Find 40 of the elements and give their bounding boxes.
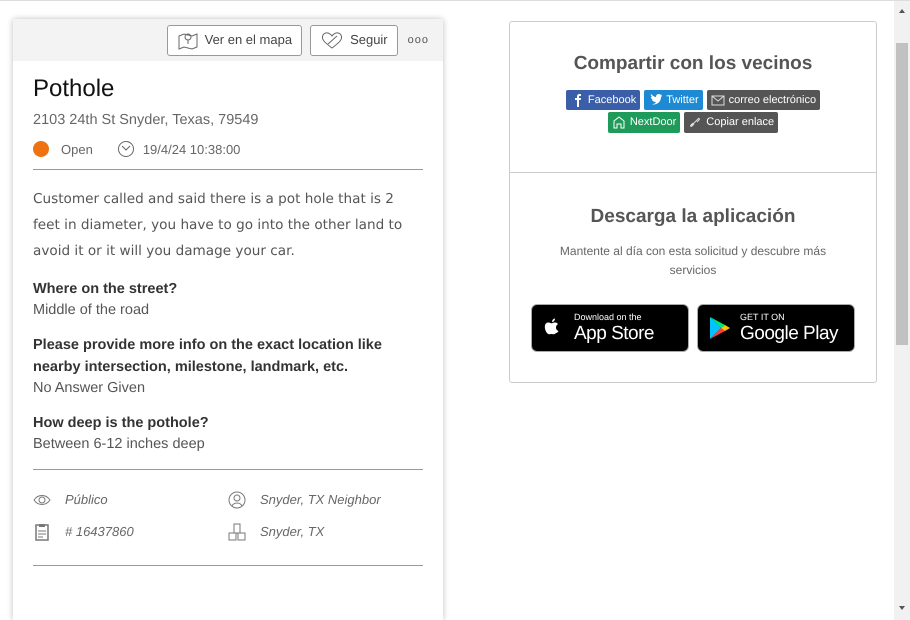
status-label: Open <box>61 140 93 159</box>
store-badge[interactable]: Download on the App Store <box>531 304 689 352</box>
bird-icon <box>648 92 662 107</box>
buildings-icon <box>228 522 246 541</box>
share-button[interactable]: Twitter <box>644 90 703 110</box>
app-heading: Descarga la aplicación <box>590 205 796 229</box>
date-text: 19/4/24 10:38:00 <box>142 140 240 159</box>
question-label: Please provide more info on the exact location like nearby intersection, milestone, landmark, etc. <box>33 336 383 377</box>
scroll-down-icon[interactable] <box>898 604 906 612</box>
share-button[interactable]: correo electrónico <box>706 90 820 110</box>
question-label: Where on the street? <box>33 280 178 300</box>
share-button[interactable]: Copiar enlace <box>684 112 778 132</box>
more-button[interactable]: ooo <box>406 32 431 48</box>
question-label: How deep is the pothole? <box>33 414 210 433</box>
house-icon <box>612 115 626 130</box>
description-text: Customer called and said there is a pot hole that is 2 feet in diameter, you have to go into the other land to avoid it or it will you damage your car. <box>33 190 404 262</box>
app-description: Mantente al día con esta solicitud y descubre más servicios <box>558 242 828 278</box>
heart-icon <box>320 30 344 50</box>
envelope-icon <box>710 92 725 107</box>
meta-text: Snyder, TX <box>260 522 324 541</box>
map-button[interactable]: Ver en el mapa <box>166 24 302 56</box>
meta-text: # 16437860 <box>65 522 134 541</box>
meta-text: Snyder, TX Neighbor <box>260 491 381 510</box>
play-store-icon <box>708 316 732 340</box>
scrollbar[interactable] <box>894 1 910 620</box>
share-heading: Compartir con los vecinos <box>572 52 814 76</box>
share-button[interactable]: Facebook <box>566 90 640 110</box>
clock-icon <box>116 140 135 158</box>
share-button[interactable]: NextDoor <box>608 112 680 132</box>
follow-button[interactable]: Seguir <box>310 24 398 56</box>
request-title: Pothole <box>33 75 116 104</box>
answer-text: Between 6-12 inches deep <box>33 434 206 454</box>
store-badge[interactable]: GET IT ON Google Play <box>697 304 855 352</box>
clipboard-icon <box>33 522 51 541</box>
scroll-up-icon[interactable] <box>898 7 906 15</box>
answer-text: No Answer Given <box>33 378 146 398</box>
person-icon <box>228 491 246 510</box>
answer-text: Middle of the road <box>33 301 150 320</box>
address-text: 2103 24th St Snyder, Texas, 79549 <box>33 110 260 130</box>
meta-text: Público <box>65 491 108 510</box>
